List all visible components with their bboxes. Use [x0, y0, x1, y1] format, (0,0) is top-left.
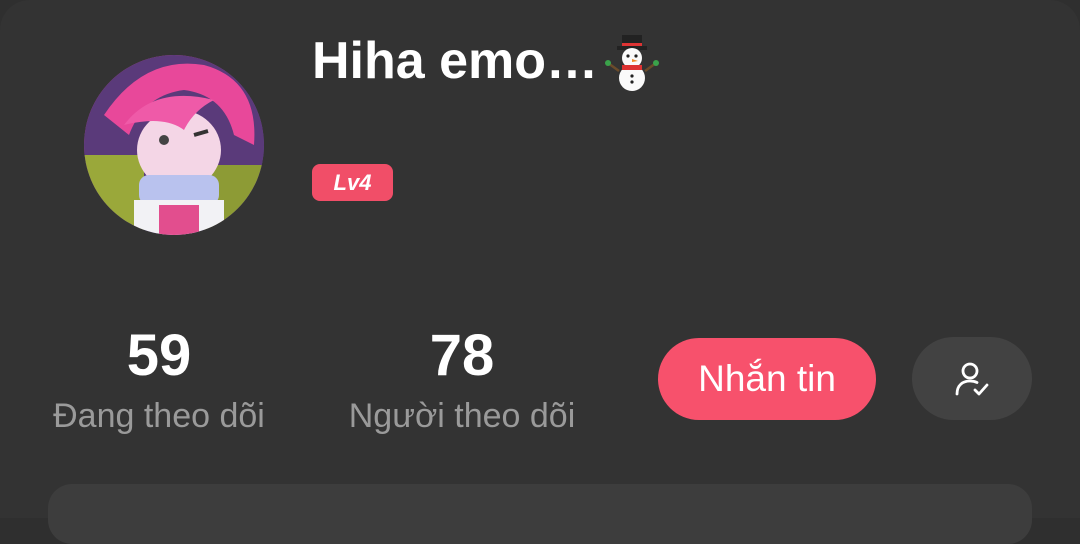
level-badge: Lv4	[312, 164, 393, 201]
follow-status-button[interactable]	[912, 337, 1032, 420]
username-text: Hiha emo…	[312, 32, 599, 90]
username: Hiha emo…	[312, 30, 662, 92]
followers-count: 78	[429, 323, 495, 388]
content-panel	[48, 484, 1032, 544]
profile-header: Hiha emo… Lv4 59 Đang theo dõi 78 Người …	[0, 0, 1080, 544]
following-label: Đang theo dõi	[53, 397, 265, 435]
following-stat[interactable]: 59 Đang theo dõi	[40, 322, 278, 440]
followers-label: Người theo dõi	[348, 397, 576, 435]
message-button[interactable]: Nhắn tin	[658, 338, 876, 420]
avatar[interactable]	[84, 55, 264, 235]
following-count: 59	[126, 323, 192, 388]
user-check-icon	[955, 362, 989, 395]
followers-stat[interactable]: 78 Người theo dõi	[336, 322, 588, 440]
snowman-icon	[602, 31, 662, 91]
